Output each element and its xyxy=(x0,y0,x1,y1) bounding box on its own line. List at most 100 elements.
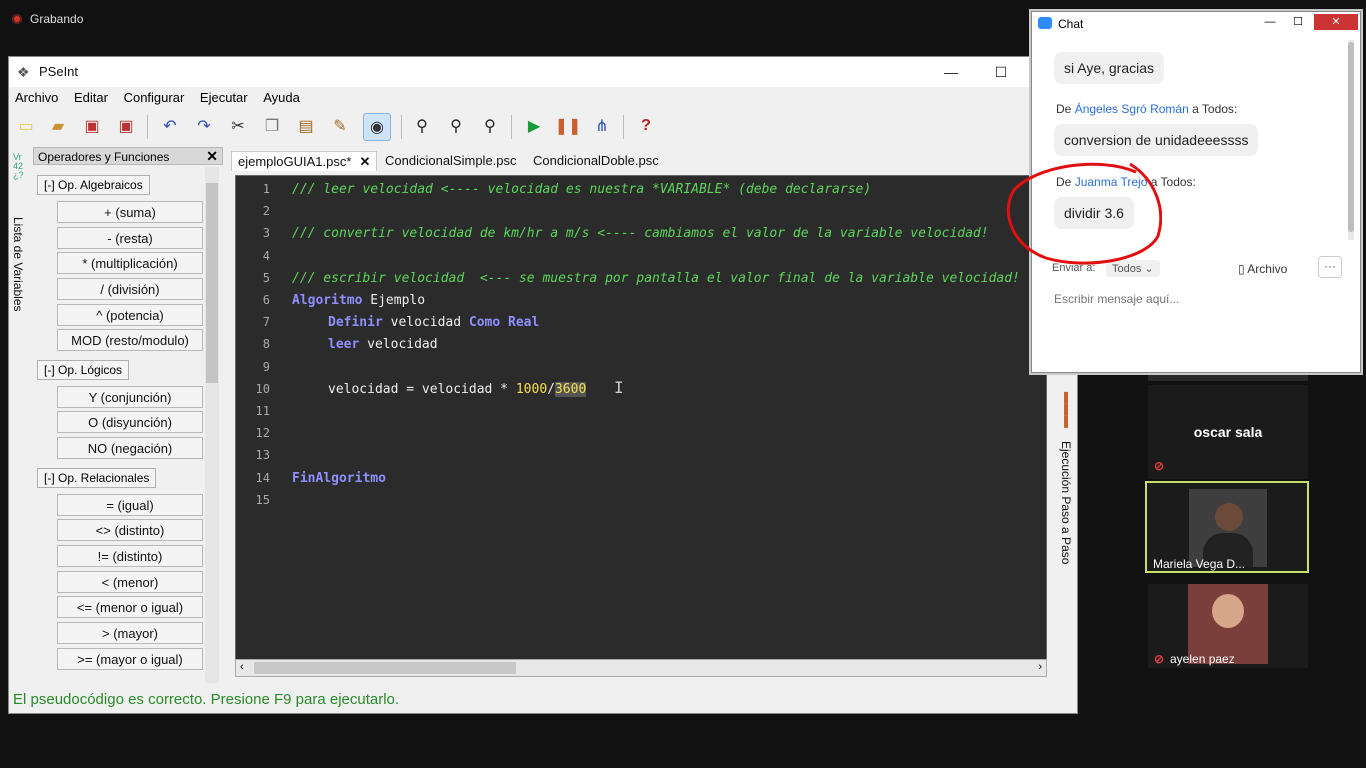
redo-icon[interactable]: ↷ xyxy=(191,113,217,139)
participant-name: ayelen paez xyxy=(1170,652,1235,666)
line-number: 12 xyxy=(255,426,270,440)
op-menor-button[interactable]: < (menor) xyxy=(57,571,203,593)
tab-condicionalsimple[interactable]: CondicionalSimple.psc xyxy=(379,151,523,171)
participant-video xyxy=(1189,489,1267,567)
tab-condicionaldoble[interactable]: CondicionalDoble.psc xyxy=(527,151,665,171)
chat-maximize-button[interactable]: ☐ xyxy=(1286,14,1310,30)
scrollbar-thumb[interactable] xyxy=(206,183,218,383)
keyword: Definir xyxy=(328,315,383,330)
save-as-icon[interactable]: ▣ xyxy=(113,113,139,139)
op-negacion-button[interactable]: NO (negación) xyxy=(57,437,203,459)
line-number: 14 xyxy=(255,471,270,485)
scroll-left-icon[interactable]: ‹ xyxy=(240,661,244,673)
menu-bar: Archivo Editar Configurar Ejecutar Ayuda xyxy=(9,87,1077,109)
recording-label: Grabando xyxy=(30,12,84,26)
op-division-button[interactable]: / (división) xyxy=(57,278,203,300)
op-disyuncion-button[interactable]: O (disyunción) xyxy=(57,411,203,433)
scrollbar-thumb[interactable] xyxy=(1348,42,1354,232)
sender-name[interactable]: Ángeles Sgró Román xyxy=(1075,102,1189,116)
pseint-logo-icon: ❖ xyxy=(17,64,30,80)
participant-tile-active[interactable]: Mariela Vega D... xyxy=(1145,481,1309,573)
tab-label: ejemploGUIA1.psc* xyxy=(238,154,352,169)
operators-scrollbar[interactable] xyxy=(205,167,219,683)
chat-minimize-button[interactable]: — xyxy=(1258,14,1282,30)
find-prev-icon[interactable]: ⚲ xyxy=(443,113,469,139)
identifier: velocidad xyxy=(382,315,469,330)
participant-name: oscar sala xyxy=(1193,424,1263,440)
op-mod-button[interactable]: MOD (resto/modulo) xyxy=(57,329,203,351)
scroll-right-icon[interactable]: › xyxy=(1038,661,1042,673)
op-distinto-button[interactable]: <> (distinto) xyxy=(57,519,203,541)
find-next-icon[interactable]: ⚲ xyxy=(477,113,503,139)
code-editor[interactable]: 1 /// leer velocidad <---- velocidad es … xyxy=(235,175,1047,661)
line-number: 4 xyxy=(262,249,270,263)
edit-icon[interactable]: ✎ xyxy=(327,113,353,139)
line-number: 6 xyxy=(262,293,270,307)
op-mayor-button[interactable]: > (mayor) xyxy=(57,622,203,644)
close-panel-icon[interactable]: ✕ xyxy=(206,148,218,165)
chat-close-button[interactable]: ✕ xyxy=(1314,14,1358,30)
participant-tile[interactable]: oscar sala ⊘ xyxy=(1148,385,1308,479)
selected-number: 3600 xyxy=(554,382,587,397)
from-prefix: De xyxy=(1056,102,1075,116)
line-number: 8 xyxy=(262,337,270,351)
op-mayor-igual-button[interactable]: >= (mayor o igual) xyxy=(57,648,203,670)
step-icon[interactable]: ❚❚ xyxy=(555,113,582,139)
op-conjuncion-button[interactable]: Y (conjunción) xyxy=(57,386,203,408)
group-logicos[interactable]: [-] Op. Lógicos xyxy=(37,360,130,380)
pseint-window: ❖ PSeInt — ☐ Archivo Editar Configurar E… xyxy=(8,56,1078,714)
step-execution-strip[interactable]: ❚ ❚ ❚ Ejecución Paso a Paso xyxy=(1055,387,1081,687)
op-distinto2-button[interactable]: != (distinto) xyxy=(57,545,203,567)
op-igual-button[interactable]: = (igual) xyxy=(57,494,203,516)
save-icon[interactable]: ▣ xyxy=(79,113,105,139)
op-multiplicacion-button[interactable]: * (multiplicación) xyxy=(57,252,203,274)
op-suma-button[interactable]: + (suma) xyxy=(57,201,203,223)
new-file-icon[interactable]: ▭ xyxy=(13,113,39,139)
copy-icon[interactable]: ❐ xyxy=(259,113,285,139)
status-message: El pseudocódigo es correcto. Presione F9… xyxy=(13,691,400,708)
minimize-button[interactable]: — xyxy=(937,61,965,83)
code-line: leer velocidad xyxy=(328,337,438,352)
close-tab-icon[interactable]: ✕ xyxy=(359,154,370,169)
to-suffix: a Todos: xyxy=(1188,102,1238,116)
variables-list-strip[interactable]: Vr 42 ¿? Lista de Variables xyxy=(9,147,31,377)
menu-ejecutar[interactable]: Ejecutar xyxy=(194,87,254,105)
op-menor-igual-button[interactable]: <= (menor o igual) xyxy=(57,596,203,618)
op-potencia-button[interactable]: ^ (potencia) xyxy=(57,304,203,326)
help-icon[interactable]: ? xyxy=(633,113,659,139)
find-icon[interactable]: ⚲ xyxy=(409,113,435,139)
op-resta-button[interactable]: - (resta) xyxy=(57,227,203,249)
menu-archivo[interactable]: Archivo xyxy=(9,87,64,105)
toolbar-separator xyxy=(401,115,402,139)
chat-title: Chat xyxy=(1058,17,1084,31)
cut-icon[interactable]: ✂ xyxy=(225,113,251,139)
identifier: Ejemplo xyxy=(362,293,426,308)
annotation-circle xyxy=(1006,162,1162,265)
maximize-button[interactable]: ☐ xyxy=(987,61,1015,83)
debug-view-icon[interactable]: ◉ xyxy=(363,113,391,141)
file-label: Archivo xyxy=(1247,262,1288,276)
scrollbar-thumb[interactable] xyxy=(254,662,516,674)
run-icon[interactable]: ▶ xyxy=(521,113,547,139)
file-button[interactable]: ▯ Archivo xyxy=(1238,262,1287,276)
zoom-camera-icon xyxy=(1038,17,1052,29)
group-relacionales[interactable]: [-] Op. Relacionales xyxy=(37,468,157,488)
toolbar-separator xyxy=(147,115,148,139)
chat-message-input[interactable] xyxy=(1052,288,1348,310)
menu-configurar[interactable]: Configurar xyxy=(118,87,191,105)
editor-horizontal-scrollbar[interactable]: ‹ › xyxy=(235,659,1047,677)
code-line: velocidad = velocidad * 1000/3600 xyxy=(328,382,587,397)
menu-editar[interactable]: Editar xyxy=(68,87,114,105)
participant-tile[interactable]: ⊘ ayelen paez xyxy=(1148,584,1308,668)
paste-icon[interactable]: ▤ xyxy=(293,113,319,139)
more-options-button[interactable]: ··· xyxy=(1318,256,1342,278)
tab-ejemploguia1[interactable]: ejemploGUIA1.psc* ✕ xyxy=(231,151,378,171)
group-algebraicos[interactable]: [-] Op. Algebraicos xyxy=(37,175,150,195)
chat-scrollbar[interactable] xyxy=(1348,40,1354,240)
open-file-icon[interactable]: ▰ xyxy=(45,113,71,139)
code-line: Algoritmo Ejemplo xyxy=(292,293,425,308)
participant-name: Mariela Vega D... xyxy=(1153,557,1246,571)
undo-icon[interactable]: ↶ xyxy=(157,113,183,139)
menu-ayuda[interactable]: Ayuda xyxy=(257,87,306,105)
flowchart-icon[interactable]: ⋔ xyxy=(589,113,615,139)
